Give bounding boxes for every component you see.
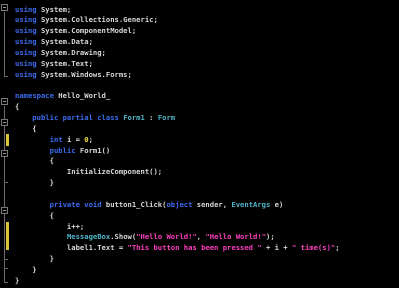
code-token: Form: [157, 113, 176, 122]
code-token: " time(s)": [291, 243, 336, 253]
code-token: label1.Text =: [15, 243, 128, 253]
code-token: i++;: [15, 221, 85, 231]
code-token: System.Text;: [40, 58, 93, 68]
code-line[interactable]: MessageBox.Show("Hello World!", "Hello W…: [15, 232, 275, 242]
code-token: MessageBox: [66, 232, 111, 242]
code-line[interactable]: using System.Windows.Forms;: [15, 70, 132, 80]
code-token: {: [15, 102, 20, 112]
code-token: int: [15, 134, 67, 144]
change-indicator: [6, 134, 9, 146]
code-line[interactable]: {: [15, 123, 37, 134]
change-indicator: [6, 222, 9, 250]
code-token: public: [15, 145, 80, 155]
code-line[interactable]: }: [15, 264, 37, 275]
code-token: sender,: [196, 199, 232, 209]
outline-tick: [4, 76, 8, 77]
code-line[interactable]: {: [15, 156, 54, 166]
code-token: }: [15, 264, 37, 274]
code-token: {: [15, 156, 54, 166]
code-token: using: [15, 47, 41, 57]
code-token: Form1: [123, 113, 145, 122]
code-token: namespace: [15, 91, 59, 101]
code-token: "Hello World!": [205, 232, 267, 242]
outline-tick: [4, 182, 8, 183]
code-token: using: [15, 4, 41, 14]
code-token: using: [15, 69, 41, 79]
code-line[interactable]: public partial class Form1 : Form: [15, 113, 175, 123]
code-line[interactable]: {: [15, 102, 19, 112]
code-token: System.Windows.Forms;: [40, 69, 132, 79]
code-line[interactable]: }: [15, 178, 54, 188]
code-token: private void: [15, 199, 106, 209]
code-token: public partial class: [15, 113, 124, 122]
code-token: System.Collections.Generic;: [40, 15, 158, 25]
code-line[interactable]: namespace Hello_World_: [15, 91, 110, 101]
code-line[interactable]: int i = 0;: [15, 135, 93, 145]
code-token: EventArgs: [231, 199, 275, 209]
code-token: InitializeComponent();: [15, 167, 163, 177]
code-line[interactable]: label1.Text = "This button has been pres…: [15, 243, 340, 253]
code-token: Hello_World_: [58, 91, 111, 101]
code-line[interactable]: using System.Text;: [15, 59, 93, 69]
code-token: "This button has been pressed ": [127, 243, 262, 253]
code-line[interactable]: {: [15, 211, 54, 221]
code-token: System.Drawing;: [40, 47, 106, 57]
code-token: object: [166, 199, 197, 209]
code-token: button1_Click(: [105, 199, 167, 209]
code-token: {: [15, 123, 37, 133]
code-token: System.ComponentModel;: [40, 26, 137, 36]
collapse-toggle-icon[interactable]: [1, 4, 8, 11]
code-token: + i +: [261, 243, 292, 253]
code-line[interactable]: i++;: [15, 222, 84, 232]
code-token: {: [15, 210, 54, 220]
editor-margin: [0, 0, 11, 288]
code-token: System.Data;: [40, 37, 93, 47]
outline-tick: [4, 259, 8, 260]
code-line[interactable]: using System.Collections.Generic;: [15, 15, 158, 25]
code-line[interactable]: using System;: [15, 5, 71, 15]
code-token: :: [144, 113, 158, 122]
collapse-toggle-icon[interactable]: [1, 119, 8, 126]
code-token: ;: [88, 134, 93, 144]
code-token: i =: [66, 134, 85, 144]
code-line[interactable]: }: [15, 276, 19, 286]
outline-line: [4, 106, 5, 282]
code-editor[interactable]: using System; using System.Collections.Ge…: [0, 0, 399, 288]
code-token: Form1(): [79, 145, 111, 155]
code-token: using: [15, 37, 41, 47]
collapse-toggle-icon[interactable]: [1, 150, 8, 157]
code-token: using: [15, 26, 41, 36]
outline-tick: [4, 268, 8, 269]
code-token: }: [15, 178, 54, 188]
code-token: );: [266, 232, 275, 242]
collapse-toggle-icon[interactable]: [1, 207, 8, 214]
code-token: }: [15, 254, 54, 264]
code-token: "Hello World!": [136, 232, 197, 242]
outline-line: [4, 12, 5, 76]
code-token: using: [15, 15, 41, 25]
code-line[interactable]: using System.Data;: [15, 37, 93, 47]
code-token: System;: [40, 4, 72, 14]
code-line[interactable]: }: [15, 254, 54, 264]
code-token: using: [15, 58, 41, 68]
code-line[interactable]: using System.Drawing;: [15, 48, 106, 58]
code-line[interactable]: private void button1_Click(object sender…: [15, 199, 284, 210]
code-token: e): [274, 199, 284, 209]
code-line[interactable]: using System.ComponentModel;: [15, 26, 136, 36]
code-token: }: [15, 275, 20, 285]
code-line[interactable]: InitializeComponent();: [15, 167, 162, 177]
code-line[interactable]: public Form1(): [15, 145, 111, 156]
outline-tick: [4, 282, 8, 283]
code-token: .Show(: [110, 232, 137, 242]
code-token: ;: [335, 243, 340, 253]
collapse-toggle-icon[interactable]: [1, 98, 8, 105]
